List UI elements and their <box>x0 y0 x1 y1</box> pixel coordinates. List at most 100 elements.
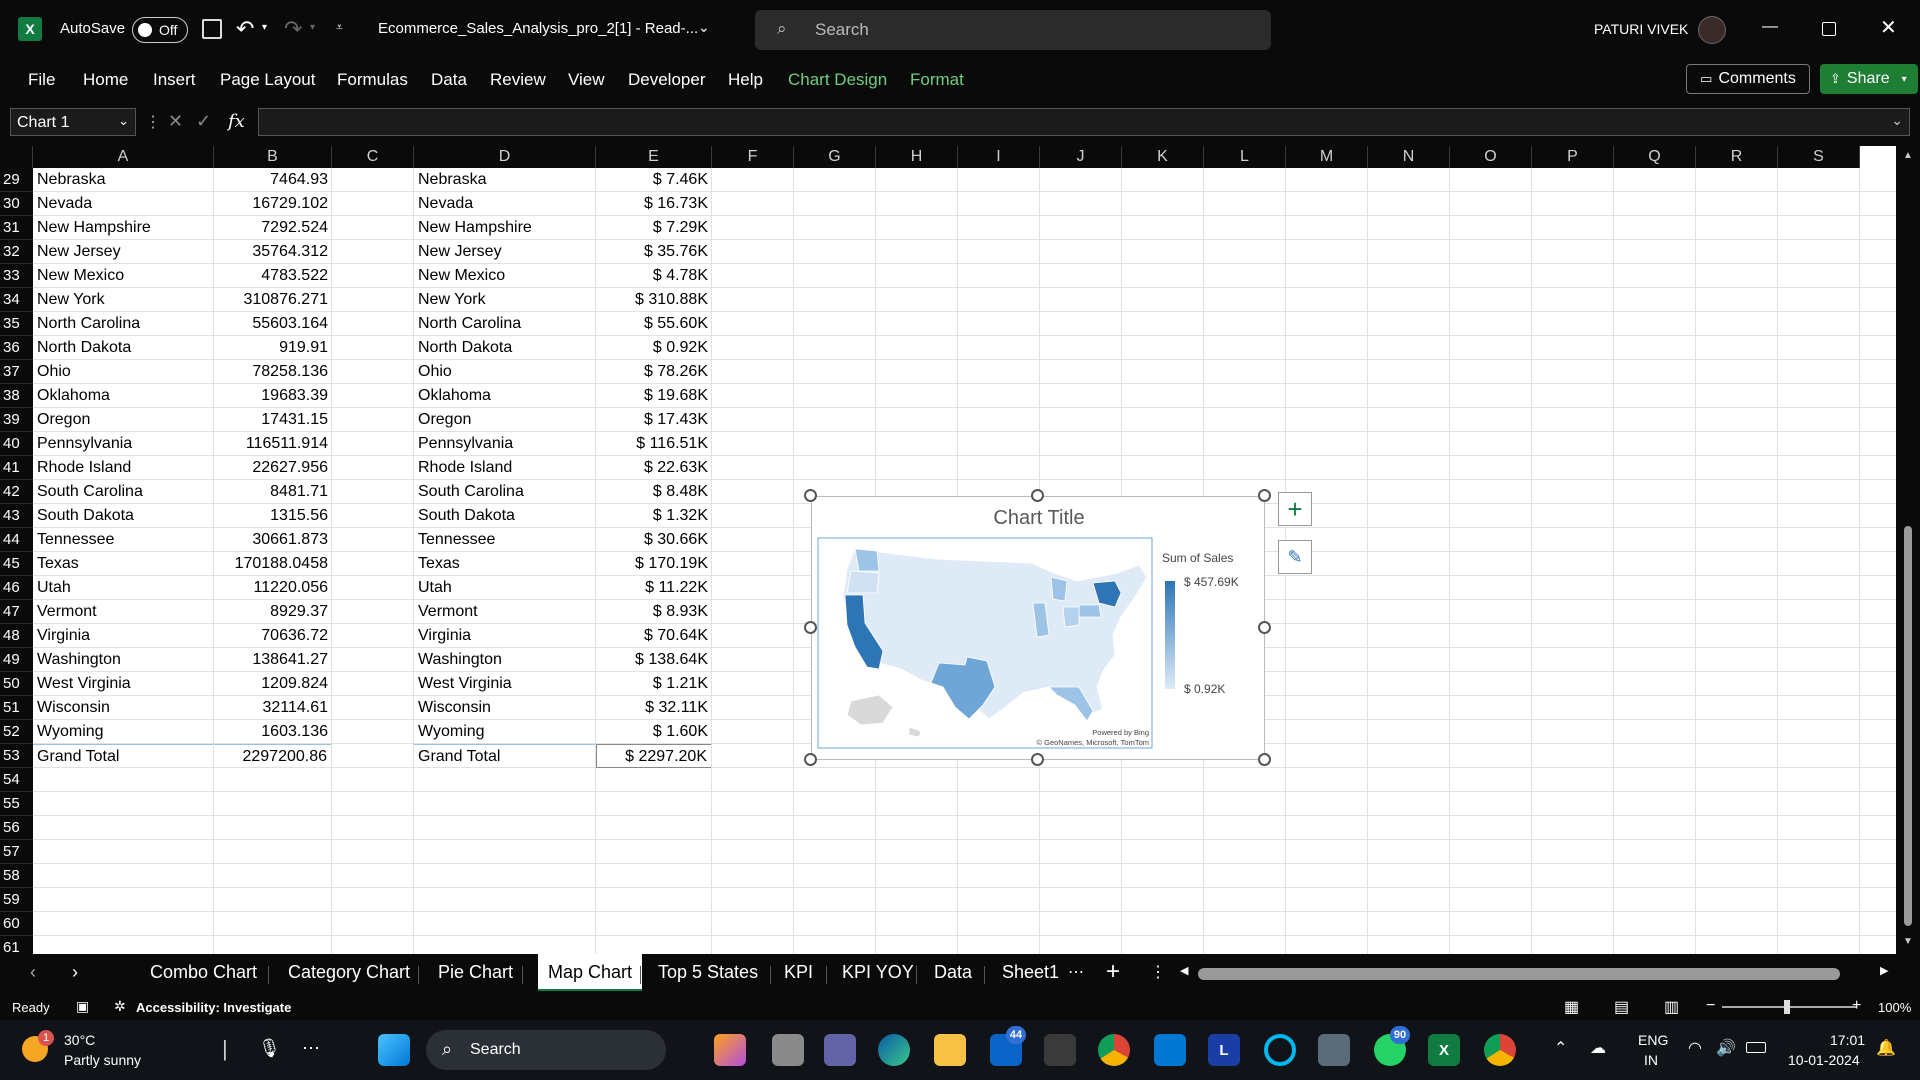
cell-d[interactable]: Oklahoma <box>414 384 596 408</box>
normal-view-icon[interactable]: ▦ <box>1564 997 1579 1017</box>
select-all-corner[interactable] <box>0 146 33 168</box>
row-header[interactable]: 61 <box>0 936 33 954</box>
cell-b[interactable]: 78258.136 <box>214 360 332 384</box>
resize-handle-right[interactable] <box>1258 621 1271 634</box>
undo-icon[interactable]: ↶ <box>236 16 254 42</box>
customize-toolbar-icon[interactable]: ⩡ <box>336 20 343 35</box>
map-chart[interactable]: Chart Title Powered by Bing © GeoNames, … <box>811 496 1265 760</box>
row-header[interactable]: 38 <box>0 384 33 408</box>
row-header[interactable]: 33 <box>0 264 33 288</box>
vertical-scrollbar[interactable]: ▲ ▼ <box>1896 146 1920 954</box>
cell-b[interactable]: 16729.102 <box>214 192 332 216</box>
cell-a[interactable] <box>33 888 214 912</box>
row-header[interactable]: 35 <box>0 312 33 336</box>
cell-a[interactable]: Nebraska <box>33 168 214 192</box>
cell-b[interactable] <box>214 768 332 792</box>
cell-b[interactable]: 170188.0458 <box>214 552 332 576</box>
cell-a[interactable]: Oklahoma <box>33 384 214 408</box>
cell-d[interactable]: Texas <box>414 552 596 576</box>
explorer-icon[interactable] <box>934 1034 966 1066</box>
comments-button[interactable]: ▭ Comments <box>1686 64 1810 94</box>
row-header[interactable]: 48 <box>0 624 33 648</box>
security-icon[interactable] <box>1318 1034 1350 1066</box>
cell-e[interactable]: $ 16.73K <box>596 192 712 216</box>
share-button[interactable]: ⇪ Share ▾ <box>1820 64 1918 94</box>
cell-b[interactable]: 138641.27 <box>214 648 332 672</box>
row-header[interactable]: 42 <box>0 480 33 504</box>
wifi-icon[interactable]: ◠ <box>1688 1038 1702 1058</box>
cell-b[interactable]: 30661.873 <box>214 528 332 552</box>
cell-a[interactable]: Pennsylvania <box>33 432 214 456</box>
resize-handle-top[interactable] <box>1031 489 1044 502</box>
volume-icon[interactable]: 🔊 <box>1716 1038 1736 1058</box>
cell-b[interactable] <box>214 816 332 840</box>
tab-insert[interactable]: Insert <box>153 70 196 90</box>
insert-function-icon[interactable]: fx <box>228 111 245 132</box>
scroll-up-icon[interactable]: ▲ <box>1903 150 1913 161</box>
row-header[interactable]: 29 <box>0 168 33 192</box>
sheet-tab[interactable]: Category Chart <box>288 962 410 983</box>
file-name-chevron-icon[interactable]: ⌄ <box>698 19 710 36</box>
cell-d[interactable]: Tennessee <box>414 528 596 552</box>
cell-b[interactable]: 1603.136 <box>214 720 332 744</box>
resize-handle-top-right[interactable] <box>1258 489 1271 502</box>
row-header[interactable]: 54 <box>0 768 33 792</box>
cell-a[interactable]: South Carolina <box>33 480 214 504</box>
tab-home[interactable]: Home <box>83 70 128 90</box>
avatar[interactable] <box>1698 16 1726 44</box>
page-break-view-icon[interactable]: ▥ <box>1664 997 1679 1017</box>
row-header[interactable]: 41 <box>0 456 33 480</box>
resize-handle-bottom-left[interactable] <box>804 753 817 766</box>
minimize-icon[interactable]: — <box>1762 18 1778 36</box>
edge-icon[interactable] <box>878 1034 910 1066</box>
file-manager-icon[interactable] <box>772 1034 804 1066</box>
map-region-pennsylvania[interactable] <box>1078 604 1102 618</box>
cell-a[interactable]: Rhode Island <box>33 456 214 480</box>
tab-chart-design[interactable]: Chart Design <box>788 70 887 90</box>
next-sheet-icon[interactable]: › <box>72 962 78 983</box>
name-box-chevron-icon[interactable]: ⌄ <box>118 113 129 129</box>
cell-e[interactable]: $ 0.92K <box>596 336 712 360</box>
sheet-tab[interactable]: Top 5 States <box>658 962 758 983</box>
tab-formulas[interactable]: Formulas <box>337 70 408 90</box>
cell-d[interactable]: Grand Total <box>414 744 596 768</box>
row-header[interactable]: 44 <box>0 528 33 552</box>
cell-b[interactable]: 116511.914 <box>214 432 332 456</box>
tab-data[interactable]: Data <box>431 70 467 90</box>
accessibility-status[interactable]: Accessibility: Investigate <box>136 1000 291 1015</box>
cell-a[interactable] <box>33 912 214 936</box>
cell-a[interactable]: Tennessee <box>33 528 214 552</box>
sheet-tab[interactable]: KPI <box>784 962 813 983</box>
row-header[interactable]: 46 <box>0 576 33 600</box>
row-header[interactable]: 31 <box>0 216 33 240</box>
cell-d[interactable] <box>414 816 596 840</box>
cell-e[interactable]: $ 170.19K <box>596 552 712 576</box>
cell-b[interactable]: 7464.93 <box>214 168 332 192</box>
cell-b[interactable]: 4783.522 <box>214 264 332 288</box>
column-header[interactable]: H <box>876 146 958 168</box>
tab-developer[interactable]: Developer <box>628 70 706 90</box>
cell-e[interactable]: $ 1.32K <box>596 504 712 528</box>
zoom-level[interactable]: 100% <box>1878 1000 1911 1015</box>
cell-a[interactable]: New York <box>33 288 214 312</box>
cell-d[interactable]: Nevada <box>414 192 596 216</box>
cell-a[interactable]: North Carolina <box>33 312 214 336</box>
map-region-washington[interactable] <box>854 548 880 572</box>
whatsapp-icon[interactable]: 90 <box>1374 1026 1410 1066</box>
close-icon[interactable]: ✕ <box>1880 15 1897 40</box>
more-widgets-icon[interactable]: ⋯ <box>302 1038 320 1059</box>
language-top[interactable]: ENG <box>1638 1032 1668 1048</box>
zoom-slider[interactable] <box>1722 1000 1856 1014</box>
cell-b[interactable]: 55603.164 <box>214 312 332 336</box>
more-sheets-icon[interactable]: ⋯ <box>1068 962 1084 982</box>
cell-e[interactable]: $ 32.11K <box>596 696 712 720</box>
sheet-tab[interactable]: Combo Chart <box>150 962 257 983</box>
file-name[interactable]: Ecommerce_Sales_Analysis_pro_2[1] - Read… <box>378 20 698 37</box>
column-header[interactable]: I <box>958 146 1040 168</box>
cell-a[interactable]: North Dakota <box>33 336 214 360</box>
cell-a[interactable]: South Dakota <box>33 504 214 528</box>
cell-b[interactable]: 19683.39 <box>214 384 332 408</box>
column-header[interactable]: A <box>33 146 214 168</box>
cell-b[interactable]: 7292.524 <box>214 216 332 240</box>
vertical-scroll-thumb[interactable] <box>1904 526 1912 926</box>
